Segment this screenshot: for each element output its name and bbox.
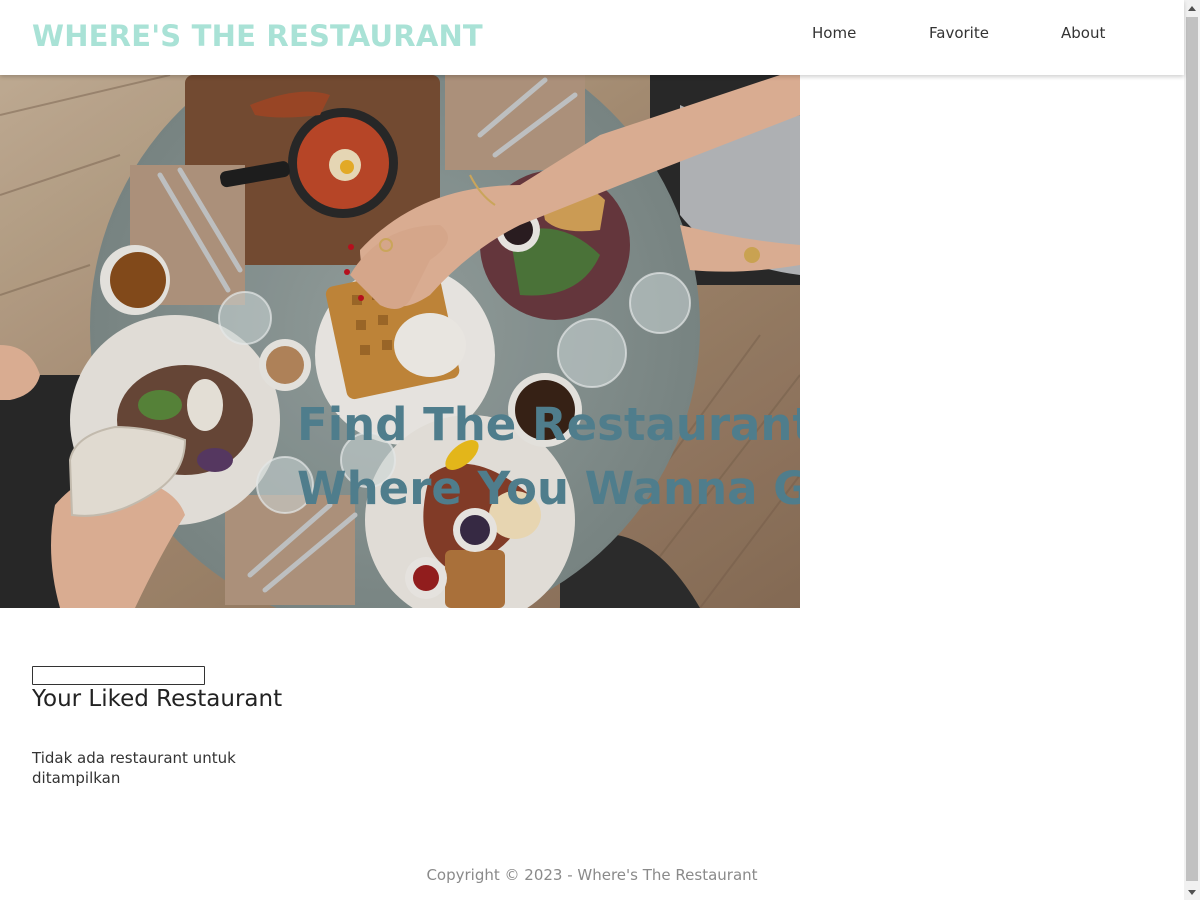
app-bar: WHERE'S THE RESTAURANT Home Favorite Abo…: [0, 0, 1184, 75]
copyright-text: Copyright © 2023 - Where's The Restauran…: [426, 866, 758, 884]
liked-search-input[interactable]: [32, 666, 205, 685]
hero-food-image: [0, 75, 800, 608]
empty-state-message: Tidak ada restaurant untuk ditampilkan: [32, 749, 236, 787]
scroll-down-arrow-icon[interactable]: [1184, 884, 1200, 900]
hero-title-line1: Find The Restaurant: [297, 398, 800, 451]
scroll-up-arrow-icon[interactable]: [1184, 0, 1200, 16]
main-nav: Home Favorite About: [0, 24, 1184, 46]
nav-link-home[interactable]: Home: [812, 24, 856, 42]
hero-title-line2: Where You Wanna Go: [297, 462, 800, 515]
scrollbar-thumb[interactable]: [1186, 17, 1198, 881]
hero-title: Find The Restaurant Where You Wanna Go: [297, 393, 800, 521]
site-footer: Copyright © 2023 - Where's The Restauran…: [0, 866, 1184, 884]
liked-restaurant-heading: Your Liked Restaurant: [32, 686, 283, 712]
nav-link-favorite[interactable]: Favorite: [929, 24, 989, 42]
vertical-scrollbar[interactable]: [1184, 0, 1200, 900]
page: WHERE'S THE RESTAURANT Home Favorite Abo…: [0, 0, 1184, 900]
nav-link-about[interactable]: About: [1061, 24, 1105, 42]
hero-section: Find The Restaurant Where You Wanna Go: [0, 75, 800, 608]
